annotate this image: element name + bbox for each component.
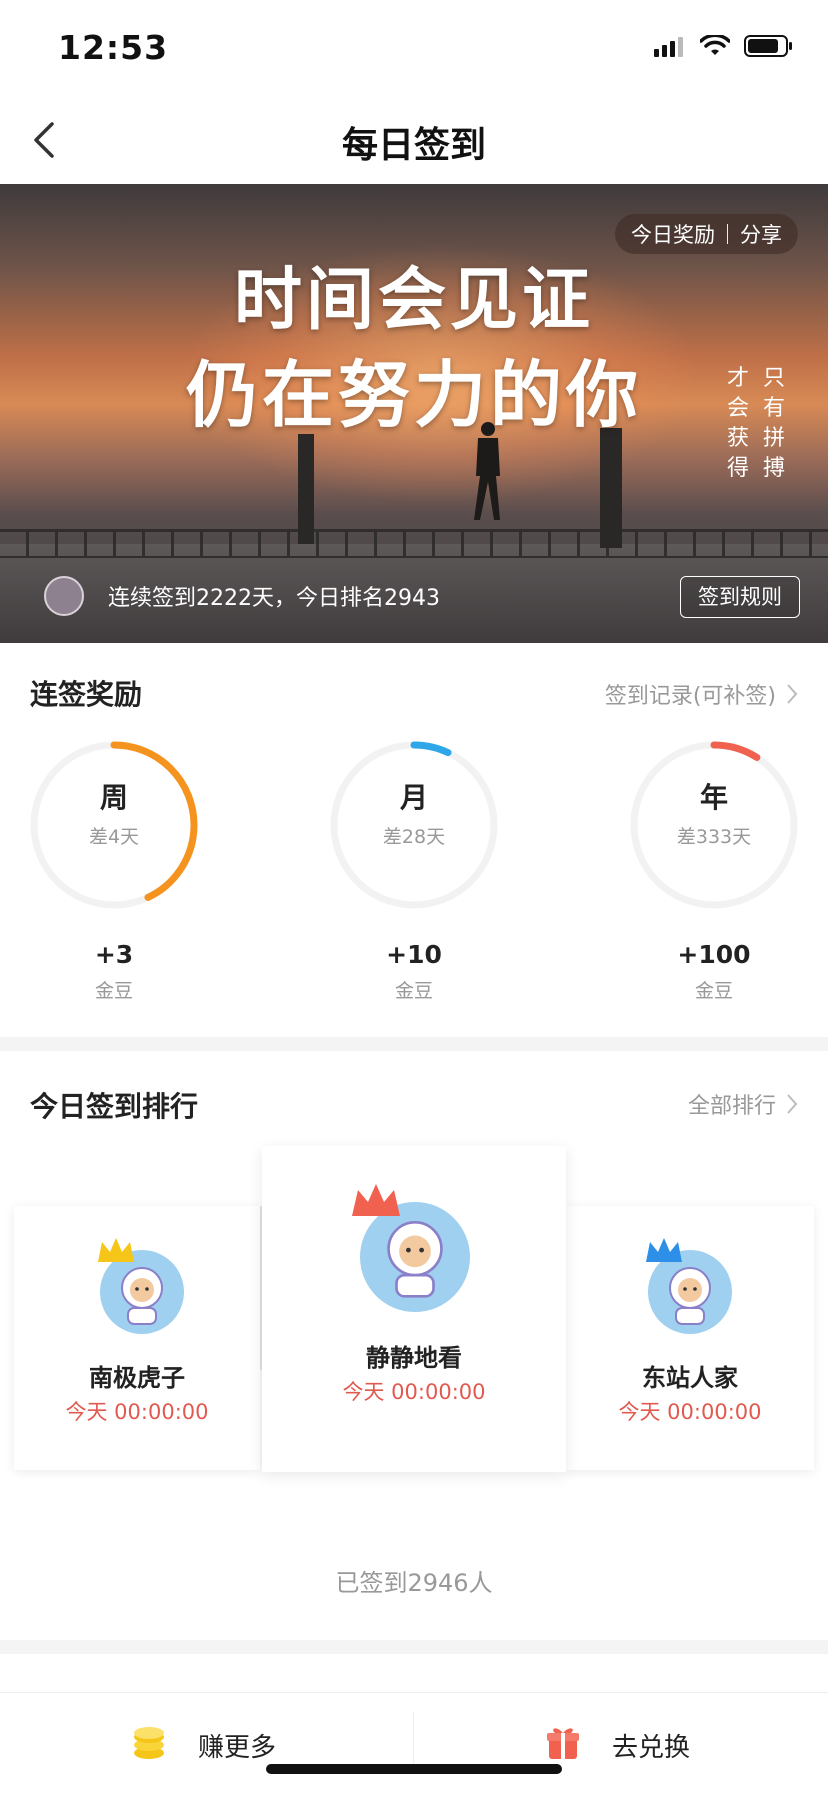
remaining-days: 差28天	[382, 826, 446, 848]
streak-rewards-title: 连签奖励	[30, 678, 143, 711]
period-label: 周	[99, 781, 128, 814]
bonus-unit: 金豆	[94, 980, 133, 1002]
wifi-icon	[700, 35, 730, 55]
banner-pillar	[600, 428, 622, 548]
exchange-tab[interactable]: 去兑换	[414, 1693, 828, 1793]
coins-icon	[134, 1727, 164, 1759]
banner: 时间会见证 仍在努力的你 只 有 拼 搏 才 会 获 得 今日奖励 分享 连续签…	[0, 184, 828, 643]
rank-card-3[interactable]: 东站人家 今天 00:00:00	[566, 1206, 814, 1470]
bonus-amount: +100	[677, 940, 751, 969]
banner-vertical-char: 得	[726, 456, 749, 481]
banner-headline-1: 时间会见证	[233, 260, 594, 340]
streak-item-month: 月 差28天 +10 金豆	[329, 740, 499, 1002]
rank-name: 静静地看	[366, 1344, 462, 1372]
streak-item-year: 年 差333天 +100 金豆	[629, 740, 799, 1002]
rank-card-2[interactable]: 南极虎子 今天 00:00:00	[14, 1206, 260, 1470]
period-label: 月	[399, 781, 428, 814]
page-title: 每日签到	[341, 125, 486, 166]
section-divider	[0, 1037, 828, 1051]
banner-vertical-char: 拼	[762, 426, 785, 451]
banner-headline-2: 仍在努力的你	[185, 352, 642, 437]
crown-icon	[98, 1238, 134, 1262]
banner-vertical-col2: 才 会 获 得	[726, 364, 750, 484]
ranking-title: 今日签到排行	[30, 1090, 199, 1123]
status-icons	[654, 34, 794, 58]
tab-separator	[413, 1712, 414, 1772]
today-reward-link[interactable]: 今日奖励	[631, 219, 715, 249]
astronaut-icon	[669, 1267, 711, 1325]
rules-button[interactable]: 签到规则	[680, 576, 800, 618]
bottom-tab-bar: 赚更多 去兑换	[0, 1692, 828, 1793]
battery-icon	[744, 35, 792, 57]
exchange-label: 去兑换	[612, 1733, 691, 1763]
period-label: 年	[699, 781, 728, 814]
rank-name: 南极虎子	[89, 1364, 185, 1392]
all-ranking-link[interactable]: 全部排行	[688, 1088, 798, 1120]
rank-card-1[interactable]: 静静地看 今天 00:00:00	[262, 1146, 566, 1472]
bonus-unit: 金豆	[394, 980, 433, 1002]
section-divider	[0, 1640, 828, 1654]
share-link[interactable]: 分享	[740, 219, 782, 249]
home-indicator	[266, 1764, 562, 1774]
rank-time: 今天 00:00:00	[342, 1380, 486, 1404]
crown-icon	[646, 1238, 682, 1262]
bonus-amount: +10	[386, 940, 442, 969]
banner-pillar	[298, 434, 314, 544]
bonus-unit: 金豆	[694, 980, 733, 1002]
astronaut-icon	[387, 1221, 443, 1298]
chevron-right-icon	[787, 1094, 798, 1114]
bonus-amount: +3	[94, 940, 134, 969]
signal-icon	[654, 37, 683, 57]
banner-vertical-char: 搏	[762, 456, 785, 481]
rank-time: 今天 00:00:00	[618, 1400, 762, 1424]
signed-count: 已签到2946人	[335, 1569, 493, 1597]
streak-text: 连续签到2222天，今日排名2943	[108, 586, 440, 611]
banner-vertical-char: 有	[762, 396, 785, 421]
rank-time: 今天 00:00:00	[65, 1400, 209, 1424]
streak-item-week: 周 差4天 +3 金豆	[29, 740, 199, 1002]
banner-vertical-char: 获	[726, 426, 749, 451]
banner-vertical-char: 只	[762, 366, 785, 391]
banner-railing	[0, 529, 828, 558]
banner-vertical-char: 才	[726, 366, 749, 391]
sign-record-label: 签到记录(可补签)	[604, 684, 776, 709]
banner-vertical-char: 会	[726, 396, 749, 421]
gift-icon	[547, 1728, 579, 1759]
astronaut-icon	[121, 1267, 163, 1325]
status-time: 12:53	[58, 28, 169, 67]
rank-name: 东站人家	[642, 1364, 738, 1392]
user-avatar[interactable]	[44, 576, 84, 616]
remaining-days: 差4天	[88, 826, 140, 848]
banner-vertical-col1: 只 有 拼 搏	[762, 364, 786, 484]
chip-separator	[727, 224, 728, 244]
sign-record-link[interactable]: 签到记录(可补签)	[605, 678, 798, 710]
earn-more-tab[interactable]: 赚更多	[0, 1693, 413, 1793]
remaining-days: 差333天	[676, 826, 752, 848]
chevron-right-icon	[787, 684, 798, 704]
all-ranking-label: 全部排行	[687, 1094, 776, 1119]
banner-actions-chip: 今日奖励 分享	[615, 214, 798, 254]
earn-more-label: 赚更多	[198, 1733, 277, 1763]
